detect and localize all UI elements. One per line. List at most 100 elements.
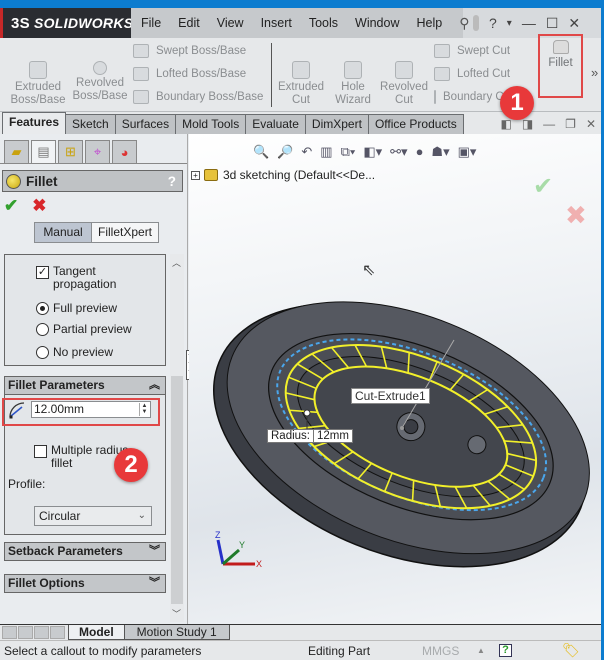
filletxpert-tab[interactable]: FilletXpert <box>92 222 160 243</box>
last-tab-button[interactable] <box>50 626 65 639</box>
lofted-cut-button[interactable]: Lofted Cut <box>434 67 510 81</box>
rebuild-status-icon[interactable]: ? <box>499 644 512 657</box>
radio-unselected[interactable] <box>36 345 49 359</box>
doc-minimize-button[interactable]: — <box>543 117 555 131</box>
status-bar: Select a callout to modify parameters Ed… <box>0 640 604 660</box>
ribbon-separator <box>271 43 272 107</box>
help-icon[interactable]: ? <box>489 15 497 31</box>
pin-icon[interactable]: ⚲ <box>459 15 469 32</box>
bottom-tab-bar: Model Motion Study 1 <box>0 624 604 640</box>
profile-select[interactable]: Circular ⌄ <box>34 506 152 526</box>
revolved-cut-button[interactable]: Revolved Cut <box>378 48 430 107</box>
tab-office-products[interactable]: Office Products <box>367 114 464 134</box>
menu-view[interactable]: View <box>217 16 244 30</box>
partial-preview-radio[interactable]: Partial preview <box>36 322 132 336</box>
radius-callout[interactable]: Radius: 12mm <box>267 429 353 443</box>
cancel-button[interactable]: ✖ <box>32 196 46 216</box>
swept-boss-button[interactable]: Swept Boss/Base <box>133 44 246 58</box>
extruded-boss-icon <box>29 61 47 79</box>
maximize-button[interactable]: ☐ <box>546 15 559 32</box>
configuration-manager-tab[interactable]: ⊞ <box>58 140 83 164</box>
extruded-cut-icon <box>292 61 310 79</box>
status-mode: Editing Part <box>308 643 371 658</box>
fillet-options-header[interactable]: Fillet Options ︾ <box>4 574 166 593</box>
menu-help[interactable]: Help <box>417 16 443 30</box>
doc-close-button[interactable]: ✕ <box>586 117 596 131</box>
first-tab-button[interactable] <box>2 626 17 639</box>
ribbon-more-button[interactable]: » <box>591 65 598 80</box>
checkbox-checked[interactable]: ✓ <box>36 266 49 279</box>
swept-cut-button[interactable]: Swept Cut <box>434 44 510 58</box>
radio-unselected[interactable] <box>36 322 49 336</box>
collapse-chevron-icon[interactable]: ︽ <box>149 377 160 394</box>
menu-file[interactable]: File <box>141 16 161 30</box>
fillet-icon <box>552 40 569 54</box>
menu-edit[interactable]: Edit <box>178 16 200 30</box>
feature-callout[interactable]: Cut-Extrude1 <box>351 388 430 404</box>
close-button[interactable]: ✕ <box>568 15 580 32</box>
menu-window[interactable]: Window <box>355 16 399 30</box>
checkbox-unchecked[interactable] <box>34 445 47 458</box>
manual-tab[interactable]: Manual <box>34 222 92 243</box>
scroll-down-icon[interactable]: ﹀ <box>172 607 181 620</box>
tab-surfaces[interactable]: Surfaces <box>114 114 177 134</box>
tab-navigation <box>2 626 68 639</box>
swept-cut-icon <box>434 44 450 58</box>
full-preview-radio[interactable]: Full preview <box>36 301 117 315</box>
tab-model[interactable]: Model <box>68 625 125 640</box>
tile-right-icon[interactable]: ◨ <box>522 117 533 131</box>
panel-scrollbar[interactable]: ︿ ﹀ <box>170 254 184 622</box>
boundary-boss-button[interactable]: Boundary Boss/Base <box>133 90 263 104</box>
revolved-boss-icon <box>93 61 107 75</box>
prev-tab-button[interactable] <box>18 626 33 639</box>
scrollbar-thumb[interactable] <box>171 376 183 604</box>
tangent-propagation-checkbox[interactable]: ✓ Tangent propagation <box>36 265 146 291</box>
display-manager-tab[interactable]: ◕ <box>112 140 137 164</box>
fillet-parameters-header[interactable]: Fillet Parameters ︽ <box>4 376 166 395</box>
chevron-down-icon: ⌄ <box>137 510 146 521</box>
tab-motion-study[interactable]: Motion Study 1 <box>123 625 230 640</box>
axis-triad: X Z Y <box>215 530 262 569</box>
traffic-light-icon[interactable] <box>473 15 479 31</box>
radio-selected[interactable] <box>36 301 49 315</box>
units-caret-icon[interactable]: ▲ <box>477 646 485 655</box>
boundary-cut-icon <box>434 90 436 104</box>
lofted-boss-button[interactable]: Lofted Boss/Base <box>133 67 246 81</box>
menu-tools[interactable]: Tools <box>309 16 338 30</box>
help-dropdown-icon[interactable]: ▾ <box>507 18 512 29</box>
display-manager-icon: ◕ <box>120 144 129 160</box>
extruded-boss-button[interactable]: Extruded Boss/Base <box>10 48 66 107</box>
graphics-viewport[interactable]: 🔍 🔎 ↶ ▥ ⧉▾ ◧▾ ⚯▾ ● ☗▾ ▣▾ + 3d sketching … <box>189 134 601 624</box>
boundary-cut-button[interactable]: Boundary Cut <box>434 90 506 104</box>
unit-system[interactable]: MMGS <box>422 644 459 658</box>
next-tab-button[interactable] <box>34 626 49 639</box>
menu-insert[interactable]: Insert <box>261 16 292 30</box>
tab-evaluate[interactable]: Evaluate <box>245 114 306 134</box>
panel-tabs: ▰ ▤ ⊞ ⌖ ◕ <box>0 134 187 164</box>
doc-restore-button[interactable]: ❐ <box>565 117 576 131</box>
tab-dimxpert[interactable]: DimXpert <box>304 114 369 134</box>
tile-left-icon[interactable]: ◧ <box>500 117 511 131</box>
minimize-button[interactable]: — <box>522 15 536 31</box>
hole-wizard-button[interactable]: Hole Wizard <box>330 48 376 107</box>
tab-mold-tools[interactable]: Mold Tools <box>175 114 247 134</box>
tag-icon[interactable]: 🏷 <box>562 642 580 659</box>
solidworks-logo[interactable]: 3S SOLIDWORKS <box>0 8 133 38</box>
tab-sketch[interactable]: Sketch <box>65 114 116 134</box>
radius-callout-value[interactable]: 12mm <box>313 430 352 442</box>
expand-chevron-icon[interactable]: ︾ <box>149 575 160 592</box>
scroll-up-icon[interactable]: ︿ <box>172 256 181 269</box>
fillet-button[interactable]: Fillet <box>538 34 583 98</box>
revolved-boss-button[interactable]: Revolved Boss/Base <box>72 48 128 103</box>
ok-button[interactable]: ✔ <box>4 196 18 216</box>
hole-wizard-icon <box>344 61 362 79</box>
no-preview-radio[interactable]: No preview <box>36 345 113 359</box>
dimxpert-manager-tab[interactable]: ⌖ <box>85 140 110 164</box>
property-manager-tab[interactable]: ▤ <box>31 140 56 164</box>
property-help-icon[interactable]: ? <box>168 174 176 189</box>
extruded-cut-button[interactable]: Extruded Cut <box>276 48 326 107</box>
expand-chevron-icon[interactable]: ︾ <box>149 543 160 560</box>
tab-features[interactable]: Features <box>2 112 67 134</box>
setback-parameters-header[interactable]: Setback Parameters ︾ <box>4 542 166 561</box>
feature-manager-tab[interactable]: ▰ <box>4 140 29 164</box>
